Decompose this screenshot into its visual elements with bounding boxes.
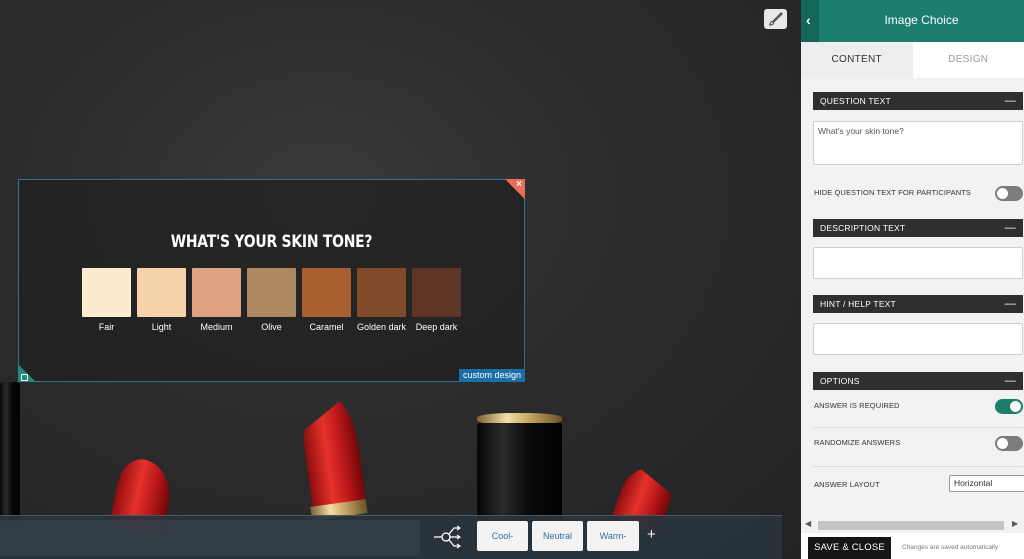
branch-neutral[interactable]: Neutral <box>532 521 583 551</box>
randomize-toggle[interactable] <box>995 436 1023 451</box>
answer-required-toggle[interactable] <box>995 399 1023 414</box>
branch-cool-toned[interactable]: Cool-toned <box>477 521 528 551</box>
logic-bar: Cool-toned Neutral Warm-toned + <box>0 515 782 559</box>
branch-logic-icon[interactable] <box>432 524 462 550</box>
collapse-icon[interactable]: — <box>1005 219 1016 237</box>
lipstick-3 <box>295 385 375 535</box>
answer-option[interactable]: Light <box>137 268 186 332</box>
collapse-icon[interactable]: — <box>1005 92 1016 110</box>
section-title: OPTIONS <box>820 376 860 386</box>
answer-option[interactable]: Olive <box>247 268 296 332</box>
swatch-label: Medium <box>200 322 233 332</box>
collapse-icon[interactable]: — <box>1005 295 1016 313</box>
close-icon: × <box>516 179 522 190</box>
panel-tabs: CONTENT DESIGN <box>801 42 1024 78</box>
randomize-row: RANDOMIZE ANSWERS <box>813 425 1023 461</box>
paintbrush-button[interactable] <box>764 9 787 29</box>
section-description-text[interactable]: DESCRIPTION TEXT — <box>813 219 1023 237</box>
tab-design[interactable]: DESIGN <box>912 42 1024 78</box>
hide-question-label: HIDE QUESTION TEXT FOR PARTICIPANTS <box>814 188 971 197</box>
answer-layout-label: ANSWER LAYOUT <box>814 480 880 489</box>
copy-icon <box>21 374 28 381</box>
scroll-left-icon[interactable]: ◀ <box>805 519 811 528</box>
answer-required-row: ANSWER IS REQUIRED <box>813 388 1023 424</box>
answer-option[interactable]: Deep dark <box>412 268 461 332</box>
tab-content[interactable]: CONTENT <box>801 42 913 78</box>
panel-title: Image Choice <box>884 13 959 27</box>
save-close-button[interactable]: SAVE & CLOSE <box>808 537 891 559</box>
back-button[interactable]: ‹ <box>801 0 819 42</box>
editor-canvas[interactable]: × WHAT'S YOUR SKIN TONE? Fair Light Medi… <box>0 0 801 559</box>
panel-horizontal-scrollbar[interactable]: ◀ ▶ <box>801 518 1024 533</box>
answer-option[interactable]: Medium <box>192 268 241 332</box>
hide-question-row: HIDE QUESTION TEXT FOR PARTICIPANTS <box>813 175 1023 211</box>
question-title: WHAT'S YOUR SKIN TONE? <box>170 232 373 252</box>
swatch-label: Olive <box>261 322 282 332</box>
swatch-image <box>247 268 296 317</box>
question-text-input[interactable]: What's your skin tone? <box>813 121 1023 165</box>
answer-option[interactable]: Golden dark <box>357 268 406 332</box>
duplicate-question-button[interactable] <box>18 364 36 382</box>
section-hint-text[interactable]: HINT / HELP TEXT — <box>813 295 1023 313</box>
hide-question-toggle[interactable] <box>995 186 1023 201</box>
scroll-right-icon[interactable]: ▶ <box>1012 519 1018 528</box>
section-title: HINT / HELP TEXT <box>820 299 896 309</box>
panel-header: ‹ Image Choice <box>801 0 1024 42</box>
scroll-thumb[interactable] <box>818 521 1004 530</box>
delete-question-button[interactable]: × <box>505 179 525 199</box>
swatch-label: Light <box>151 322 172 332</box>
lipstick-4 <box>470 413 565 523</box>
swatch-image <box>137 268 186 317</box>
paintbrush-icon <box>769 11 783 26</box>
section-question-text[interactable]: QUESTION TEXT — <box>813 92 1023 110</box>
description-text-input[interactable] <box>813 247 1023 279</box>
lipstick-1 <box>0 382 24 522</box>
panel-body[interactable]: QUESTION TEXT — What's your skin tone? H… <box>801 78 1024 518</box>
randomize-label: RANDOMIZE ANSWERS <box>814 438 901 447</box>
section-title: DESCRIPTION TEXT <box>820 223 906 233</box>
logic-bar-track <box>0 520 420 556</box>
swatch-label: Golden dark <box>356 322 407 332</box>
answer-layout-value: Horizontal <box>954 478 993 488</box>
settings-panel: ‹ Image Choice CONTENT DESIGN QUESTION T… <box>801 0 1024 559</box>
swatch-image <box>192 268 241 317</box>
swatch-label: Deep dark <box>415 322 458 332</box>
autosave-note: Changes are saved automatically <box>902 544 999 551</box>
swatch-image <box>412 268 461 317</box>
chevron-left-icon: ‹ <box>806 12 811 28</box>
add-branch-button[interactable]: + <box>647 525 656 545</box>
answer-layout-row: ANSWER LAYOUT Horizontal ▼ <box>813 467 1024 503</box>
answer-options: Fair Light Medium Olive Caramel Golden d… <box>82 268 461 332</box>
swatch-image <box>82 268 131 317</box>
swatch-label: Caramel <box>309 322 344 332</box>
branch-warm-toned[interactable]: Warm-toned <box>587 521 639 551</box>
answer-layout-select[interactable]: Horizontal ▼ <box>949 475 1024 492</box>
swatch-label: Fair <box>98 322 115 332</box>
section-title: QUESTION TEXT <box>820 96 891 106</box>
panel-footer: SAVE & CLOSE Changes are saved automatic… <box>801 533 1024 559</box>
hint-text-input[interactable] <box>813 323 1023 355</box>
answer-option[interactable]: Fair <box>82 268 131 332</box>
swatch-image <box>357 268 406 317</box>
answer-required-label: ANSWER IS REQUIRED <box>814 401 900 410</box>
custom-design-badge[interactable]: custom design <box>458 369 525 382</box>
answer-option[interactable]: Caramel <box>302 268 351 332</box>
question-card[interactable]: × WHAT'S YOUR SKIN TONE? Fair Light Medi… <box>18 179 525 382</box>
swatch-image <box>302 268 351 317</box>
